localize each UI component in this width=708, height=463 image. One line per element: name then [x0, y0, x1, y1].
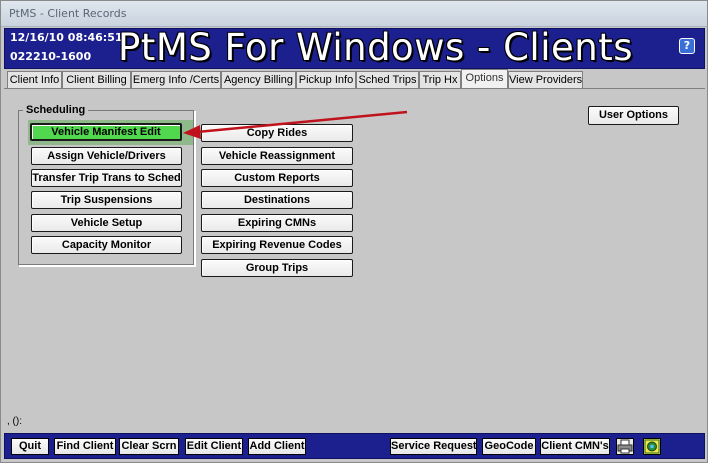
header-banner: 12/16/10 08:46:51 022210-1600 PtMS For W… — [4, 26, 705, 69]
assign-vehicle-drivers-button[interactable]: Assign Vehicle/Drivers — [31, 147, 182, 165]
status-text: , (): — [7, 416, 22, 427]
tab-emerg-info-certs[interactable]: Emerg Info /Certs — [131, 71, 221, 89]
arrow-shaft — [196, 110, 408, 134]
transfer-trip-button[interactable]: Transfer Trip Trans to Sched — [31, 169, 182, 187]
printer-icon[interactable] — [616, 438, 634, 455]
tab-sched-trips[interactable]: Sched Trips — [356, 71, 419, 89]
destinations-button[interactable]: Destinations — [201, 191, 353, 209]
tab-agency-billing[interactable]: Agency Billing — [221, 71, 296, 89]
group-trips-button[interactable]: Group Trips — [201, 259, 353, 277]
vehicle-reassignment-button[interactable]: Vehicle Reassignment — [201, 147, 353, 165]
tab-view-providers[interactable]: View Providers — [508, 71, 583, 89]
quit-button[interactable]: Quit — [11, 438, 49, 455]
service-request-button[interactable]: Service Request — [390, 438, 477, 455]
clear-scrn-button[interactable]: Clear Scrn — [119, 438, 179, 455]
annotation-arrow — [183, 110, 408, 139]
window-title: PtMS - Client Records — [9, 7, 127, 20]
map-globe-icon[interactable] — [643, 438, 661, 455]
arrow-head — [183, 125, 201, 139]
client-id: 022210-1600 — [10, 50, 92, 63]
tab-client-billing[interactable]: Client Billing — [62, 71, 131, 89]
app-title: PtMS For Windows - Clients — [118, 26, 633, 69]
custom-reports-button[interactable]: Custom Reports — [201, 169, 353, 187]
tab-options[interactable]: Options — [461, 69, 508, 89]
add-client-button[interactable]: Add Client — [248, 438, 306, 455]
date-time: 12/16/10 08:46:51 — [10, 31, 123, 44]
find-client-button[interactable]: Find Client — [54, 438, 116, 455]
edit-client-button[interactable]: Edit Client — [185, 438, 243, 455]
options-panel: Scheduling Vehicle Manifest Edit Assign … — [5, 89, 704, 431]
tab-trip-hx[interactable]: Trip Hx — [419, 71, 461, 89]
tab-client-info[interactable]: Client Info — [7, 71, 62, 89]
user-options-button[interactable]: User Options — [588, 106, 679, 125]
vehicle-manifest-edit-button[interactable]: Vehicle Manifest Edit — [30, 123, 182, 141]
geocode-button[interactable]: GeoCode — [482, 438, 536, 455]
capacity-monitor-button[interactable]: Capacity Monitor — [31, 236, 182, 254]
bottom-toolbar: Quit Find Client Clear Scrn Edit Client … — [4, 433, 705, 459]
help-icon[interactable]: ? — [679, 38, 695, 54]
tab-pickup-info[interactable]: Pickup Info — [296, 71, 356, 89]
title-bar: PtMS - Client Records — [1, 1, 707, 27]
vehicle-setup-button[interactable]: Vehicle Setup — [31, 214, 182, 232]
client-cmns-button[interactable]: Client CMN's — [540, 438, 610, 455]
trip-suspensions-button[interactable]: Trip Suspensions — [31, 191, 182, 209]
expiring-revenue-codes-button[interactable]: Expiring Revenue Codes — [201, 236, 353, 254]
expiring-cmns-button[interactable]: Expiring CMNs — [201, 214, 353, 232]
client-records-window: PtMS - Client Records 12/16/10 08:46:51 … — [0, 0, 708, 463]
scheduling-legend: Scheduling — [26, 104, 86, 116]
